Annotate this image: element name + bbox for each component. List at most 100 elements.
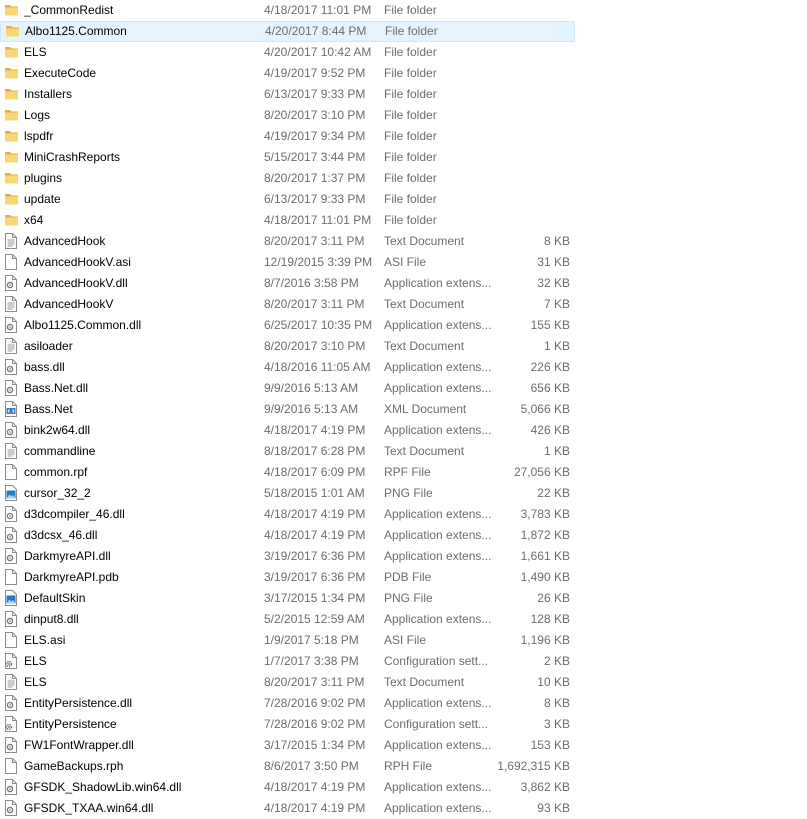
- file-type: PDB File: [384, 570, 432, 584]
- file-size: 10 KB: [537, 675, 570, 689]
- file-type: ASI File: [384, 633, 427, 647]
- file-row[interactable]: commandline 8/18/2017 6:28 PM Text Documen…: [0, 441, 575, 462]
- file-size: 1,490 KB: [520, 570, 570, 584]
- file-name: lspdfr: [24, 129, 54, 143]
- dll-icon: [4, 317, 18, 333]
- file-size: 5,066 KB: [520, 402, 570, 416]
- file-name: ELS.asi: [24, 633, 66, 647]
- dll-icon: [4, 695, 18, 711]
- file-row[interactable]: GFSDK_TXAA.win64.dll 4/18/2017 4:19 PM App…: [0, 798, 575, 819]
- file-row[interactable]: ELS 8/20/2017 3:11 PM Text Document 10 KB: [0, 672, 575, 693]
- file-row[interactable]: ELS 4/20/2017 10:42 AM File folder: [0, 42, 575, 63]
- file-type: Application extens...: [384, 318, 492, 332]
- date-modified: 4/19/2017 9:34 PM: [264, 129, 366, 143]
- date-modified: 4/18/2017 4:19 PM: [264, 780, 366, 794]
- date-modified: 8/20/2017 3:11 PM: [264, 675, 365, 689]
- file-name: AdvancedHookV.asi: [24, 255, 131, 269]
- file-row[interactable]: DefaultSkin 3/17/2015 1:34 PM PNG File 26 K…: [0, 588, 575, 609]
- date-modified: 8/18/2017 6:28 PM: [264, 444, 366, 458]
- file-name: AdvancedHookV: [24, 297, 114, 311]
- date-modified: 4/18/2017 11:01 PM: [264, 3, 372, 17]
- file-size: 26 KB: [537, 591, 570, 605]
- file-type: Application extens...: [384, 780, 492, 794]
- file-type: File folder: [384, 45, 437, 59]
- file-icon: [4, 632, 18, 648]
- file-row[interactable]: bink2w64.dll 4/18/2017 4:19 PM Application…: [0, 420, 575, 441]
- file-row[interactable]: MiniCrashReports 5/15/2017 3:44 PM File fo…: [0, 147, 575, 168]
- file-size: 1,872 KB: [520, 528, 570, 542]
- file-type: Application extens...: [384, 528, 492, 542]
- file-row[interactable]: d3dcsx_46.dll 4/18/2017 4:19 PM Applicatio…: [0, 525, 575, 546]
- file-size: 155 KB: [530, 318, 570, 332]
- file-row[interactable]: ELS 1/7/2017 3:38 PM Configuration sett...…: [0, 651, 575, 672]
- file-list: _CommonRedist 4/18/2017 11:01 PM File fold…: [0, 0, 807, 819]
- file-size: 656 KB: [530, 381, 570, 395]
- file-type: ASI File: [384, 255, 427, 269]
- file-row[interactable]: AdvancedHook 8/20/2017 3:11 PM Text Docume…: [0, 231, 575, 252]
- file-row[interactable]: Installers 6/13/2017 9:33 PM File folder: [0, 84, 575, 105]
- image-icon: [4, 485, 18, 501]
- file-name: Albo1125.Common.dll: [24, 318, 142, 332]
- file-type: Application extens...: [384, 276, 492, 290]
- file-row[interactable]: EntityPersistence.dll 7/28/2016 9:02 PM Ap…: [0, 693, 575, 714]
- file-row[interactable]: DarkmyreAPI.pdb 3/19/2017 6:36 PM PDB File…: [0, 567, 575, 588]
- date-modified: 4/20/2017 10:42 AM: [264, 45, 372, 59]
- file-name: EntityPersistence.dll: [24, 696, 133, 710]
- file-icon: [4, 254, 18, 270]
- file-icon: [4, 464, 18, 480]
- file-row[interactable]: GameBackups.rph 8/6/2017 3:50 PM RPH File 1…: [0, 756, 575, 777]
- file-row[interactable]: GFSDK_ShadowLib.win64.dll 4/18/2017 4:19 …: [0, 777, 575, 798]
- file-row[interactable]: cursor_32_2 5/18/2015 1:01 AM PNG File 22 K…: [0, 483, 575, 504]
- file-row[interactable]: Albo1125.Common 4/20/2017 8:44 PM File fol…: [0, 21, 575, 42]
- file-type: Configuration sett...: [384, 717, 489, 731]
- dll-icon: [4, 611, 18, 627]
- file-name: MiniCrashReports: [24, 150, 121, 164]
- date-modified: 8/20/2017 3:10 PM: [264, 339, 366, 353]
- dll-icon: [4, 779, 18, 795]
- file-name: _CommonRedist: [24, 3, 114, 17]
- date-modified: 8/7/2016 3:58 PM: [264, 276, 359, 290]
- file-row[interactable]: AdvancedHookV.dll 8/7/2016 3:58 PM Applica…: [0, 273, 575, 294]
- file-size: 31 KB: [537, 255, 570, 269]
- date-modified: 9/9/2016 5:13 AM: [264, 381, 359, 395]
- date-modified: 8/20/2017 3:11 PM: [264, 234, 365, 248]
- file-row[interactable]: ELS.asi 1/9/2017 5:18 PM ASI File 1,196 KB: [0, 630, 575, 651]
- file-row[interactable]: plugins 8/20/2017 1:37 PM File folder: [0, 168, 575, 189]
- date-modified: 4/18/2017 4:19 PM: [264, 423, 366, 437]
- file-type: RPH File: [384, 759, 433, 773]
- date-modified: 3/17/2015 1:34 PM: [264, 591, 366, 605]
- file-row[interactable]: x64 4/18/2017 11:01 PM File folder: [0, 210, 575, 231]
- date-modified: 4/19/2017 9:52 PM: [264, 66, 366, 80]
- file-type: RPF File: [384, 465, 431, 479]
- file-row[interactable]: update 6/13/2017 9:33 PM File folder: [0, 189, 575, 210]
- file-row[interactable]: FW1FontWrapper.dll 3/17/2015 1:34 PM Appli…: [0, 735, 575, 756]
- file-row[interactable]: dinput8.dll 5/2/2015 12:59 AM Application …: [0, 609, 575, 630]
- file-type: File folder: [385, 24, 438, 38]
- file-row[interactable]: Logs 8/20/2017 3:10 PM File folder: [0, 105, 575, 126]
- file-row[interactable]: asiloader 8/20/2017 3:10 PM Text Document 1…: [0, 336, 575, 357]
- file-size: 1,196 KB: [520, 633, 570, 647]
- file-row[interactable]: Albo1125.Common.dll 6/25/2017 10:35 PM App…: [0, 315, 575, 336]
- file-row[interactable]: Bass.Net 9/9/2016 5:13 AM XML Document 5,06…: [0, 399, 575, 420]
- file-type: Application extens...: [384, 738, 492, 752]
- file-name: FW1FontWrapper.dll: [24, 738, 134, 752]
- file-size: 153 KB: [530, 738, 570, 752]
- file-row[interactable]: AdvancedHookV.asi 12/19/2015 3:39 PM ASI F…: [0, 252, 575, 273]
- date-modified: 8/20/2017 3:11 PM: [264, 297, 365, 311]
- file-type: PNG File: [384, 486, 433, 500]
- file-row[interactable]: _CommonRedist 4/18/2017 11:01 PM File fold…: [0, 0, 575, 21]
- date-modified: 8/20/2017 1:37 PM: [264, 171, 366, 185]
- file-row[interactable]: EntityPersistence 7/28/2016 9:02 PM Config…: [0, 714, 575, 735]
- file-row[interactable]: AdvancedHookV 8/20/2017 3:11 PM Text Docum…: [0, 294, 575, 315]
- file-row[interactable]: common.rpf 4/18/2017 6:09 PM RPF File 27,05…: [0, 462, 575, 483]
- file-row[interactable]: Bass.Net.dll 9/9/2016 5:13 AM Application …: [0, 378, 575, 399]
- file-row[interactable]: d3dcompiler_46.dll 4/18/2017 4:19 PM Appli…: [0, 504, 575, 525]
- file-row[interactable]: lspdfr 4/19/2017 9:34 PM File folder: [0, 126, 575, 147]
- file-row[interactable]: bass.dll 4/18/2016 11:05 AM Application ex…: [0, 357, 575, 378]
- file-name: d3dcsx_46.dll: [24, 528, 98, 542]
- file-row[interactable]: ExecuteCode 4/19/2017 9:52 PM File folder: [0, 63, 575, 84]
- text-document-icon: [4, 233, 18, 249]
- file-row[interactable]: DarkmyreAPI.dll 3/19/2017 6:36 PM Applicat…: [0, 546, 575, 567]
- file-name: Installers: [24, 87, 73, 101]
- file-name: Logs: [24, 108, 51, 122]
